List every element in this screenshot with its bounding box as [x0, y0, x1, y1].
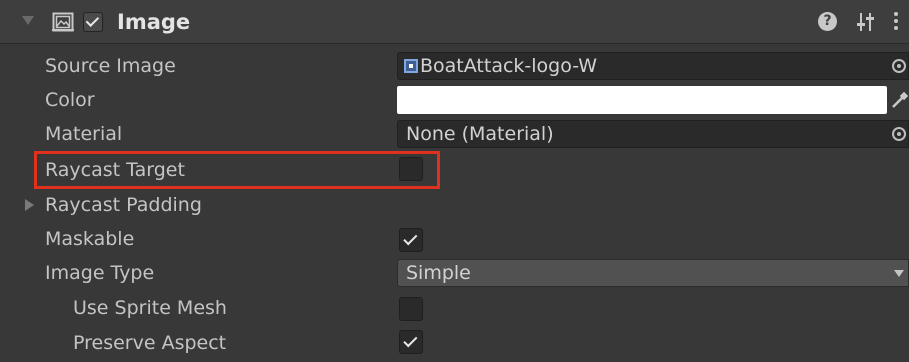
raycast-padding-row[interactable]: Raycast Padding: [0, 188, 909, 222]
component-title: Image: [117, 10, 191, 34]
eyedropper-icon[interactable]: [889, 89, 909, 111]
source-image-label: Source Image: [45, 55, 176, 77]
image-type-row: Image Type Simple: [0, 256, 909, 290]
source-image-row: Source Image BoatAttack-logo-W: [0, 49, 909, 83]
checkmark-icon: [403, 231, 418, 246]
checkmark-icon: [403, 333, 418, 348]
raycast-target-checkbox[interactable]: [399, 157, 423, 181]
maskable-checkbox[interactable]: [399, 228, 423, 252]
image-component-icon: [52, 12, 74, 32]
color-row: Color: [0, 83, 909, 117]
material-field[interactable]: None (Material): [397, 120, 909, 148]
foldout-arrow-icon[interactable]: [25, 199, 34, 211]
sprite-icon: [404, 59, 418, 73]
use-sprite-mesh-row: Use Sprite Mesh: [0, 291, 909, 325]
maskable-label: Maskable: [45, 228, 135, 250]
image-inspector: Image ? Source Image BoatAttack-logo-W C…: [0, 0, 909, 362]
help-icon[interactable]: ?: [818, 12, 837, 31]
foldout-triangle-icon[interactable]: [22, 16, 34, 25]
chevron-down-icon: [894, 270, 904, 277]
material-label: Material: [45, 123, 123, 145]
use-sprite-mesh-checkbox[interactable]: [399, 297, 423, 321]
raycast-target-row: Raycast Target: [0, 153, 909, 187]
color-label: Color: [45, 89, 95, 111]
image-type-label: Image Type: [45, 262, 155, 284]
maskable-row: Maskable: [0, 222, 909, 256]
use-sprite-mesh-label: Use Sprite Mesh: [73, 297, 227, 319]
raycast-padding-label[interactable]: Raycast Padding: [45, 188, 202, 222]
component-header[interactable]: Image ?: [0, 0, 909, 44]
component-enabled-checkbox[interactable]: [83, 12, 103, 32]
kebab-menu-icon[interactable]: [893, 12, 899, 32]
source-image-value: BoatAttack-logo-W: [420, 55, 598, 77]
material-value: None (Material): [406, 123, 554, 145]
object-picker-icon[interactable]: [892, 127, 906, 141]
material-row: Material None (Material): [0, 117, 909, 151]
raycast-target-label: Raycast Target: [45, 159, 185, 181]
preserve-aspect-row: Preserve Aspect: [0, 326, 909, 360]
source-image-field[interactable]: BoatAttack-logo-W: [397, 52, 909, 80]
image-type-value: Simple: [406, 262, 471, 284]
checkmark-icon: [85, 13, 100, 27]
presets-icon[interactable]: [856, 11, 876, 33]
color-swatch[interactable]: [397, 86, 887, 114]
preserve-aspect-label: Preserve Aspect: [73, 332, 227, 354]
object-picker-icon[interactable]: [892, 59, 906, 73]
image-type-dropdown[interactable]: Simple: [397, 259, 909, 287]
preserve-aspect-checkbox[interactable]: [399, 330, 423, 354]
